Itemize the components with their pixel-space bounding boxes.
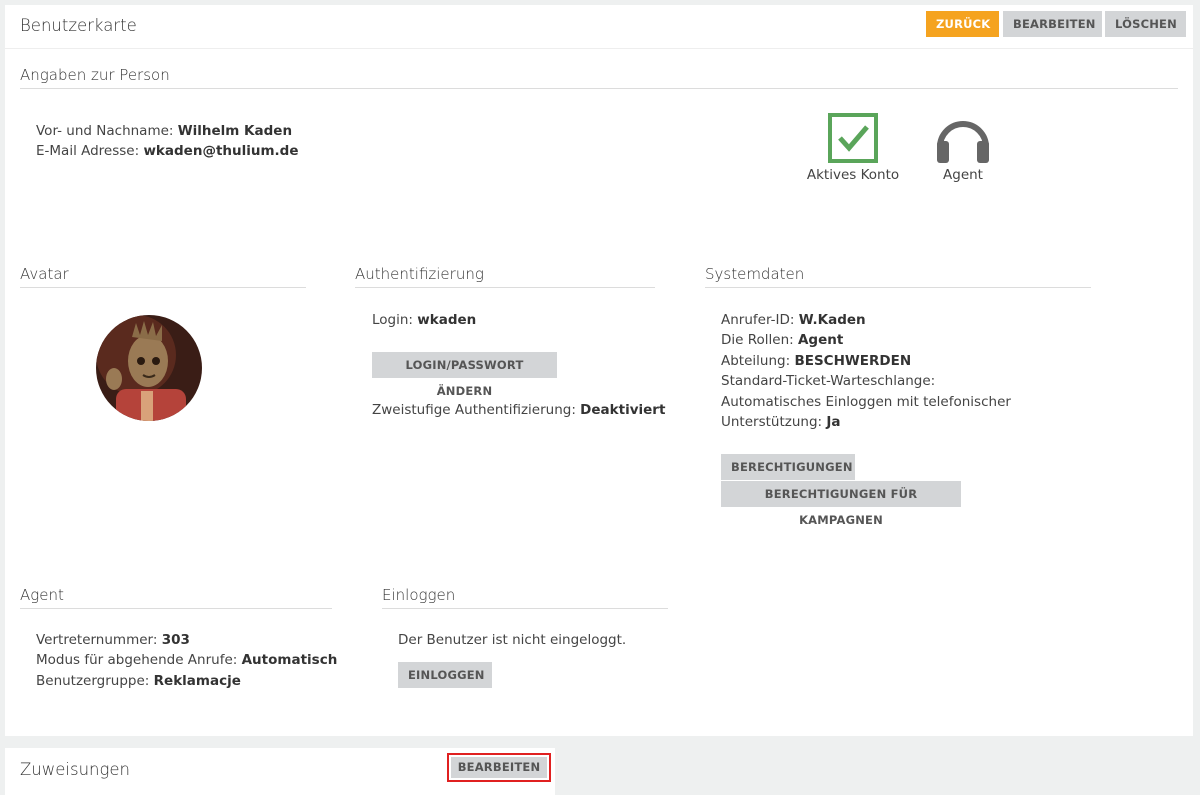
agent-label: Agent	[943, 167, 983, 183]
rep-number-value: 303	[161, 632, 190, 648]
headset-icon	[937, 121, 989, 163]
name-line: Vor- und Nachname: Wilhelm Kaden	[36, 123, 292, 139]
avatar-section-title: Avatar	[20, 265, 306, 288]
name-label: Vor- und Nachname:	[36, 123, 178, 139]
user-group-value: Reklamacje	[153, 673, 241, 689]
delete-button[interactable]: LÖSCHEN	[1105, 11, 1186, 37]
login-line: Login: wkaden	[372, 312, 476, 328]
autologin-line-2: Unterstützung: Ja	[721, 414, 841, 430]
twofactor-label: Zweistufige Authentifizierung:	[372, 402, 581, 418]
department-label: Abteilung:	[721, 353, 795, 369]
assignments-edit-button[interactable]: BEARBEITEN	[451, 757, 547, 778]
outbound-mode-label: Modus für abgehende Anrufe:	[36, 652, 242, 668]
email-line: E-Mail Adresse: wkaden@thulium.de	[36, 143, 299, 159]
avatar	[96, 315, 202, 421]
avatar-image	[96, 315, 202, 421]
outbound-mode-value: Automatisch	[241, 652, 338, 668]
permissions-button[interactable]: BERECHTIGUNGEN	[721, 454, 855, 480]
edit-button[interactable]: BEARBEITEN	[1003, 11, 1102, 37]
change-login-password-button[interactable]: LOGIN/PASSWORT ÄNDERN	[372, 352, 557, 398]
autologin-line-1: Automatisches Einloggen mit telefonische…	[721, 394, 1011, 410]
email-label: E-Mail Adresse:	[36, 143, 144, 159]
person-section-title: Angaben zur Person	[20, 66, 1178, 89]
roles-line: Die Rollen: Agent	[721, 332, 843, 348]
login-button[interactable]: EINLOGGEN	[398, 662, 492, 688]
twofactor-line: Zweistufige Authentifizierung: Deaktivie…	[372, 402, 665, 418]
user-group-label: Benutzergruppe:	[36, 673, 154, 689]
login-status: Der Benutzer ist nicht eingeloggt.	[398, 632, 627, 648]
agent-section-title: Agent	[20, 586, 332, 609]
email-value: wkaden@thulium.de	[143, 143, 299, 159]
rep-number-label: Vertreternummer:	[36, 632, 162, 648]
outbound-mode-line: Modus für abgehende Anrufe: Automatisch	[36, 652, 337, 668]
assignments-title: Zuweisungen	[20, 760, 131, 779]
twofactor-value: Deaktiviert	[580, 402, 666, 418]
active-account-indicator: Aktives Konto	[802, 113, 904, 183]
caller-id-label: Anrufer-ID:	[721, 312, 799, 328]
department-value: BESCHWERDEN	[794, 353, 912, 369]
rep-number-line: Vertreternummer: 303	[36, 632, 190, 648]
card-header: Benutzerkarte ZURÜCK BEARBEITEN LÖSCHEN	[5, 5, 1193, 49]
assignments-card: Zuweisungen BEARBEITEN	[5, 748, 555, 795]
user-group-line: Benutzergruppe: Reklamacje	[36, 673, 241, 689]
roles-label: Die Rollen:	[721, 332, 798, 348]
caller-id-value: W.Kaden	[798, 312, 866, 328]
login-label: Login:	[372, 312, 418, 328]
active-account-label: Aktives Konto	[806, 167, 900, 183]
campaign-permissions-button[interactable]: BERECHTIGUNGEN FÜR KAMPAGNEN	[721, 481, 961, 527]
auth-section-title: Authentifizierung	[355, 265, 655, 288]
agent-indicator: Agent	[923, 113, 1003, 183]
page-title: Benutzerkarte	[20, 16, 137, 35]
autologin-value: Ja	[826, 414, 841, 430]
checkbox-checked-icon	[828, 113, 878, 163]
login-value: wkaden	[417, 312, 477, 328]
system-section-title: Systemdaten	[705, 265, 1091, 288]
queue-line: Standard-Ticket-Warteschlange:	[721, 373, 936, 389]
roles-value: Agent	[797, 332, 844, 348]
caller-id-line: Anrufer-ID: W.Kaden	[721, 312, 866, 328]
login-section-title: Einloggen	[382, 586, 668, 609]
department-line: Abteilung: BESCHWERDEN	[721, 353, 911, 369]
name-value: Wilhelm Kaden	[177, 123, 293, 139]
back-button[interactable]: ZURÜCK	[926, 11, 999, 37]
autologin-label: Unterstützung:	[721, 414, 827, 430]
